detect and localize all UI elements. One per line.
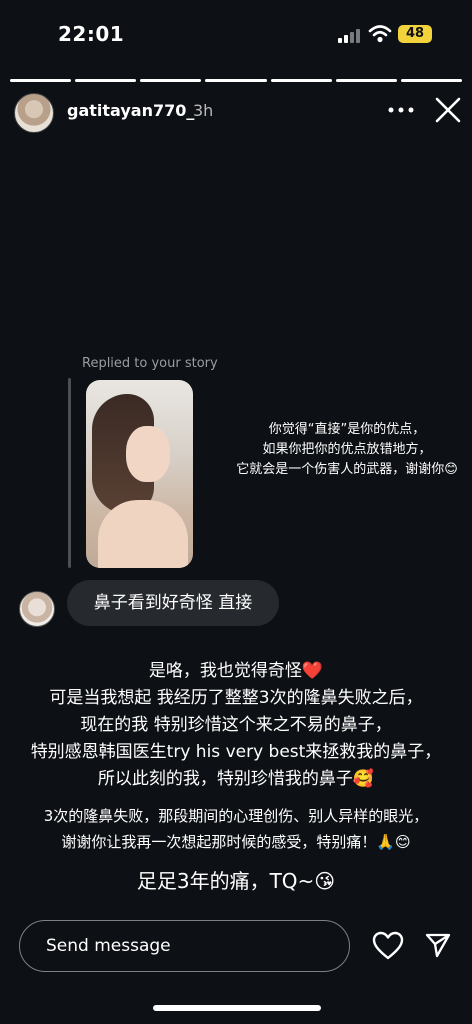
caption-line: 现在的我 特别珍惜这个来之不易的鼻子， (80, 715, 392, 735)
paper-plane-icon[interactable] (424, 931, 452, 959)
caption-block-2: 3次的隆鼻失败，那段期间的心理创伤、别人异样的眼光， 谢谢你让我再一次想起那时候… (0, 803, 472, 855)
progress-segment (140, 79, 202, 82)
story-progress (10, 79, 462, 82)
progress-segment (10, 79, 72, 82)
home-indicator[interactable] (153, 1005, 321, 1011)
progress-segment (75, 79, 137, 82)
replied-label: Replied to your story (82, 356, 218, 371)
story-thumbnail[interactable] (86, 380, 193, 568)
story-text-line: 如果你把你的优点放错地方， (262, 442, 432, 457)
progress-segment (400, 79, 462, 82)
message-bubble[interactable]: 鼻子看到好奇怪 直接 (67, 580, 279, 626)
caption-line: 可是当我想起 我经历了整整3次的隆鼻失败之后， (49, 688, 423, 708)
caption-line: 是咯，我也觉得奇怪❤️ (148, 661, 324, 681)
progress-segment (270, 79, 332, 82)
caption-line: 3次的隆鼻失败，那段期间的心理创伤、别人异样的眼光， (43, 807, 429, 825)
story-quoted-text: 你觉得“直接”是你的优点， 如果你把你的优点放错地方， 它就会是一个伤害人的武器… (232, 420, 462, 480)
caption-line: 谢谢你让我再一次想起那时候的感受，特别痛！🙏😊 (61, 833, 411, 851)
caption-block-3: 足足3年的痛，TQ~😘 (136, 869, 336, 893)
heart-icon[interactable] (372, 931, 404, 961)
username[interactable]: gatitayan770_ (67, 101, 194, 120)
caption-block-1: 是咯，我也觉得奇怪❤️ 可是当我想起 我经历了整整3次的隆鼻失败之后， 现在的我… (0, 658, 472, 793)
status-time: 22:01 (58, 22, 125, 46)
story-age: 3h (193, 101, 214, 120)
profile-avatar[interactable] (14, 93, 54, 133)
progress-segment (335, 79, 397, 82)
caption-line: 特别感恩韩国医生try his very best来拯救我的鼻子， (30, 742, 442, 762)
close-icon[interactable] (434, 96, 462, 124)
sender-avatar[interactable] (19, 591, 55, 627)
reply-divider (68, 378, 71, 568)
battery-indicator: 48 (398, 25, 432, 43)
caption-line: 所以此刻的我，特别珍惜我的鼻子🥰 (97, 769, 375, 789)
story-text-line: 它就会是一个伤害人的武器，谢谢你😊 (236, 462, 458, 477)
more-horizontal-icon[interactable] (386, 100, 416, 120)
send-message-input[interactable]: Send message (19, 920, 350, 972)
wifi-icon (368, 25, 392, 43)
story-text-line: 你觉得“直接”是你的优点， (268, 422, 426, 437)
progress-segment (205, 79, 267, 82)
signal-icon (338, 27, 362, 43)
